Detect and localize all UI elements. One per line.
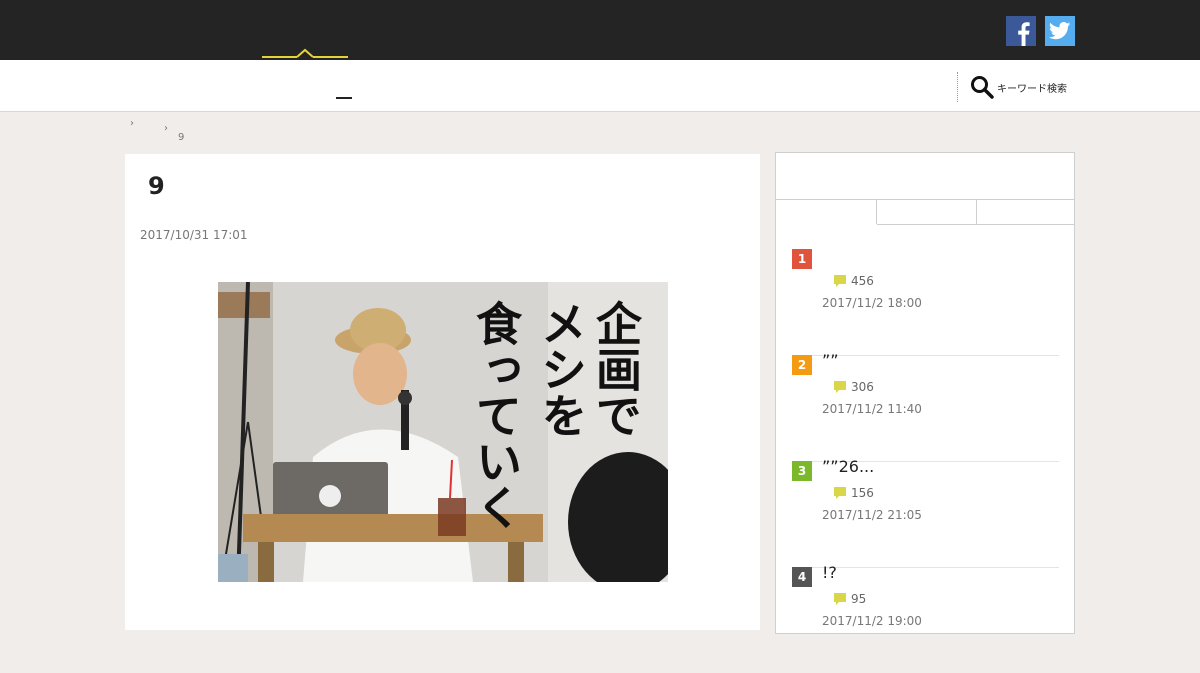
comment-count: 156 [851, 486, 874, 500]
hero-caption-line: 食っていく [469, 300, 523, 530]
top-bar [0, 0, 1200, 60]
rank-badge: 3 [792, 461, 812, 481]
nav-menu-marker[interactable] [336, 97, 352, 99]
article-card: 9 2017/10/31 17:01 企画で メシを 食っていく [125, 154, 760, 630]
ranking-tabs [776, 200, 1074, 225]
comment-icon [834, 593, 846, 605]
facebook-share-button[interactable] [1006, 16, 1036, 46]
rank-badge: 4 [792, 567, 812, 587]
breadcrumb-current: 9 [178, 132, 185, 143]
ranking-title: !? [822, 563, 837, 582]
ranking-time: 2017/11/2 18:00 [822, 296, 922, 310]
rank-badge: 2 [792, 355, 812, 375]
ranking-item[interactable]: 3 ””26... 156 2017/11/2 21:05 [792, 457, 1059, 568]
comment-meta: 95 [833, 592, 866, 606]
tab-ranking-1[interactable] [776, 200, 877, 224]
comment-meta: 456 [833, 274, 874, 288]
nav-divider [957, 72, 958, 102]
ranking-item[interactable]: 4 !? 95 2017/11/2 19:00 [792, 563, 1059, 673]
comment-count: 456 [851, 274, 874, 288]
comment-count: 306 [851, 380, 874, 394]
ranking-time: 2017/11/2 21:05 [822, 508, 922, 522]
tab-ranking-2[interactable] [877, 200, 977, 225]
twitter-share-button[interactable] [1045, 16, 1075, 46]
keyword-search-button[interactable]: キーワード検索 [970, 74, 1080, 100]
ranking-title: ”” [822, 351, 839, 370]
twitter-icon [1049, 22, 1071, 40]
comment-icon [834, 487, 846, 499]
search-label: キーワード検索 [997, 83, 1067, 95]
rank-badge: 1 [792, 249, 812, 269]
article-date: 2017/10/31 17:01 [140, 228, 248, 242]
search-icon [971, 76, 994, 99]
ranking-item[interactable]: 2 ”” 306 2017/11/2 11:40 [792, 351, 1059, 462]
ranking-time: 2017/11/2 11:40 [822, 402, 922, 416]
nav-bar: キーワード検索 [0, 60, 1200, 112]
article-title: 9 [148, 172, 165, 200]
comment-icon [834, 275, 846, 287]
sidebar-ranking: 1 456 2017/11/2 18:00 2 ”” 306 2017/11/2… [775, 152, 1075, 634]
hero-caption-line: メシを [534, 300, 588, 438]
sidebar-header [776, 153, 1074, 200]
facebook-icon [1018, 22, 1030, 46]
breadcrumb-separator-icon: › [164, 123, 168, 134]
comment-count: 95 [851, 592, 867, 606]
ranking-time: 2017/11/2 19:00 [822, 614, 922, 628]
article-hero-image: 企画で メシを 食っていく [218, 282, 668, 582]
comment-icon [834, 381, 846, 393]
hero-caption-line: 企画で [589, 300, 643, 438]
site-logo-mark[interactable] [262, 46, 348, 60]
ranking-title: ””26... [822, 457, 875, 476]
tab-ranking-3[interactable] [977, 200, 1074, 225]
comment-meta: 306 [833, 380, 874, 394]
breadcrumb-separator-icon: › [130, 118, 134, 129]
comment-meta: 156 [833, 486, 874, 500]
ranking-item[interactable]: 1 456 2017/11/2 18:00 [792, 249, 1059, 356]
